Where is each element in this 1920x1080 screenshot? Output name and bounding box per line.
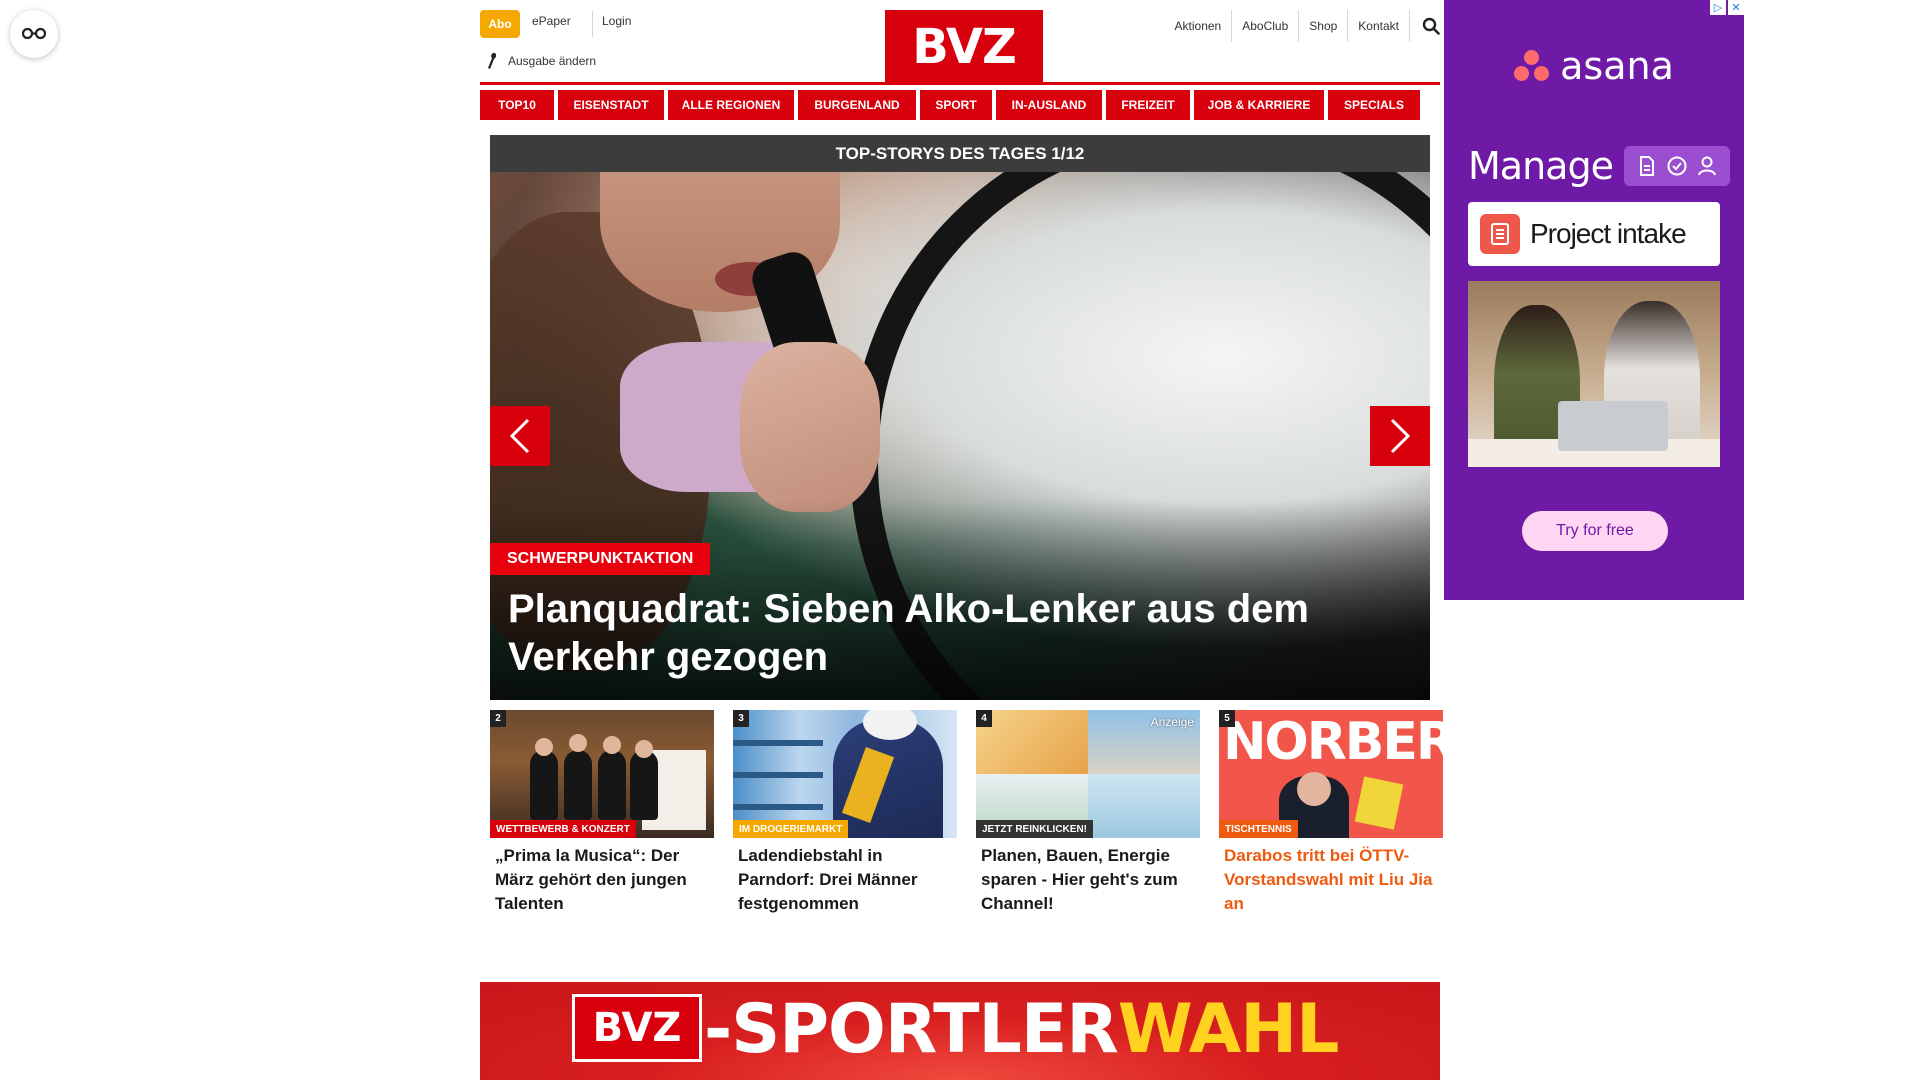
login-link[interactable]: Login	[602, 14, 631, 28]
teaser-number: 5	[1219, 710, 1235, 727]
nav-item-sport[interactable]: SPORT	[920, 90, 992, 120]
image-detail	[1088, 774, 1200, 838]
teaser-title[interactable]: Ladendiebstahl in Parndorf: Drei Männer …	[733, 844, 957, 916]
service-links: Aktionen AboClub Shop Kontakt	[1165, 10, 1440, 42]
image-detail	[1354, 776, 1404, 830]
glasses-icon	[22, 27, 46, 40]
nav-item-freizeit[interactable]: FREIZEIT	[1106, 90, 1190, 120]
divider	[592, 11, 593, 37]
edition-label: Ausgabe ändern	[508, 54, 597, 68]
image-detail	[635, 740, 653, 758]
teaser-number: 4	[976, 710, 992, 727]
banner-logo: BVZ	[572, 994, 702, 1062]
ad-headline: Manage	[1468, 144, 1614, 188]
search-icon	[1422, 17, 1440, 35]
image-detail	[530, 750, 558, 820]
image-detail	[569, 734, 587, 752]
nav-item-top10[interactable]: TOP10	[480, 90, 554, 120]
teaser-image: Anzeige 4 JETZT REINKLICKEN!	[976, 710, 1200, 838]
product-name: Project intake	[1530, 218, 1687, 249]
teaser-kicker: TISCHTENNIS	[1219, 820, 1298, 838]
main-nav: TOP10 EISENSTADT ALLE REGIONEN BURGENLAN…	[480, 90, 1440, 120]
teaser-cards: 2 WETTBEWERB & KONZERT „Prima la Musica“…	[490, 710, 1443, 920]
nav-item-in-ausland[interactable]: IN-AUSLAND	[996, 90, 1102, 120]
asana-logo: asana	[1444, 44, 1744, 88]
teaser-title[interactable]: Darabos tritt bei ÖTTV-Vorstandswahl mit…	[1219, 844, 1443, 916]
top-stories-heading: TOP-STORYS DES TAGES 1/12	[490, 135, 1430, 172]
teaser-card[interactable]: NORBERT 5 TISCHTENNIS Darabos tritt bei …	[1219, 710, 1443, 916]
chevron-right-icon	[1390, 418, 1411, 454]
image-detail	[1297, 772, 1331, 806]
banner-headline: -SPORTLERWAHL	[704, 990, 1340, 1070]
ad-photo	[1468, 281, 1720, 467]
nav-item-eisenstadt[interactable]: EISENSTADT	[558, 90, 664, 120]
hero-story[interactable]: SCHWERPUNKTAKTION Planquadrat: Sieben Al…	[490, 172, 1430, 700]
hero-kicker: SCHWERPUNKTAKTION	[490, 543, 711, 575]
header-rule	[480, 82, 1440, 85]
image-detail	[976, 710, 1088, 774]
teaser-kicker: WETTBEWERB & KONZERT	[490, 820, 636, 838]
teaser-title[interactable]: „Prima la Musica“: Der März gehört den j…	[490, 844, 714, 916]
teaser-card[interactable]: 2 WETTBEWERB & KONZERT „Prima la Musica“…	[490, 710, 714, 916]
hero-image-detail	[740, 342, 880, 512]
try-for-free-button[interactable]: Try for free	[1522, 511, 1668, 551]
teaser-kicker: IM DROGERIEMARKT	[733, 820, 849, 838]
nav-item-job-karriere[interactable]: JOB & KARRIERE	[1194, 90, 1324, 120]
link-kontakt[interactable]: Kontakt	[1348, 10, 1410, 42]
image-detail	[733, 740, 823, 746]
asana-dots-icon	[1514, 50, 1550, 82]
close-icon[interactable]: ✕	[1728, 0, 1744, 15]
brand-name: asana	[1560, 44, 1674, 88]
chevron-left-icon	[509, 418, 530, 454]
teaser-card[interactable]: 3 IM DROGERIEMARKT Ladendiebstahl in Par…	[733, 710, 957, 916]
banner-text-white: -SPORTLER	[704, 990, 1119, 1069]
image-detail	[1558, 401, 1668, 451]
abo-button[interactable]: Abo	[480, 10, 520, 38]
image-detail	[630, 750, 658, 820]
slider-next-button[interactable]	[1370, 406, 1430, 466]
reader-mode-button[interactable]	[10, 10, 58, 58]
adchoices[interactable]: ▷ ✕	[1710, 0, 1744, 15]
form-icon	[1480, 214, 1520, 254]
image-detail	[564, 750, 592, 820]
user-icon	[1698, 156, 1717, 176]
link-aktionen[interactable]: Aktionen	[1165, 10, 1233, 42]
slider-prev-button[interactable]	[490, 406, 550, 466]
nav-item-specials[interactable]: SPECIALS	[1328, 90, 1420, 120]
image-detail	[733, 804, 823, 810]
edition-switcher[interactable]: Ausgabe ändern	[486, 52, 596, 70]
teaser-card[interactable]: Anzeige 4 JETZT REINKLICKEN! Planen, Bau…	[976, 710, 1200, 916]
link-shop[interactable]: Shop	[1299, 10, 1349, 42]
image-text: NORBERT	[1223, 712, 1443, 772]
document-icon	[1639, 156, 1654, 176]
link-aboclub[interactable]: AboClub	[1232, 10, 1300, 42]
edition-pin-icon	[488, 52, 497, 69]
ad-icon-group	[1624, 146, 1730, 186]
teaser-number: 3	[733, 710, 749, 727]
teaser-image: NORBERT 5 TISCHTENNIS	[1219, 710, 1443, 838]
nav-item-alle-regionen[interactable]: ALLE REGIONEN	[668, 90, 794, 120]
teaser-image: 3 IM DROGERIEMARKT	[733, 710, 957, 838]
bvz-logo[interactable]: BVZ	[885, 10, 1043, 84]
epaper-link[interactable]: ePaper	[532, 14, 571, 28]
project-intake-card: Project intake	[1468, 202, 1720, 266]
sportlerwahl-banner[interactable]: BVZ -SPORTLERWAHL	[480, 982, 1440, 1080]
hero-title[interactable]: Planquadrat: Sieben Alko-Lenker aus dem …	[508, 585, 1408, 681]
ad-label: Anzeige	[1150, 715, 1194, 729]
check-circle-icon	[1667, 156, 1687, 176]
image-detail	[598, 750, 626, 820]
teaser-title[interactable]: Planen, Bauen, Energie sparen - Hier geh…	[976, 844, 1200, 916]
image-detail	[733, 772, 823, 778]
teaser-number: 2	[490, 710, 506, 727]
search-button[interactable]	[1410, 17, 1440, 35]
asana-ad[interactable]: ▷ ✕ asana Manage Project intake Try for …	[1444, 0, 1744, 600]
adchoices-icon[interactable]: ▷	[1710, 0, 1726, 15]
teaser-kicker: JETZT REINKLICKEN!	[976, 820, 1093, 838]
image-detail	[603, 736, 621, 754]
nav-item-burgenland[interactable]: BURGENLAND	[798, 90, 916, 120]
teaser-image: 2 WETTBEWERB & KONZERT	[490, 710, 714, 838]
image-detail	[535, 738, 553, 756]
banner-text-yellow: WAHL	[1117, 990, 1340, 1069]
site-header: Abo ePaper Login Ausgabe ändern BVZ Akti…	[480, 0, 1440, 84]
